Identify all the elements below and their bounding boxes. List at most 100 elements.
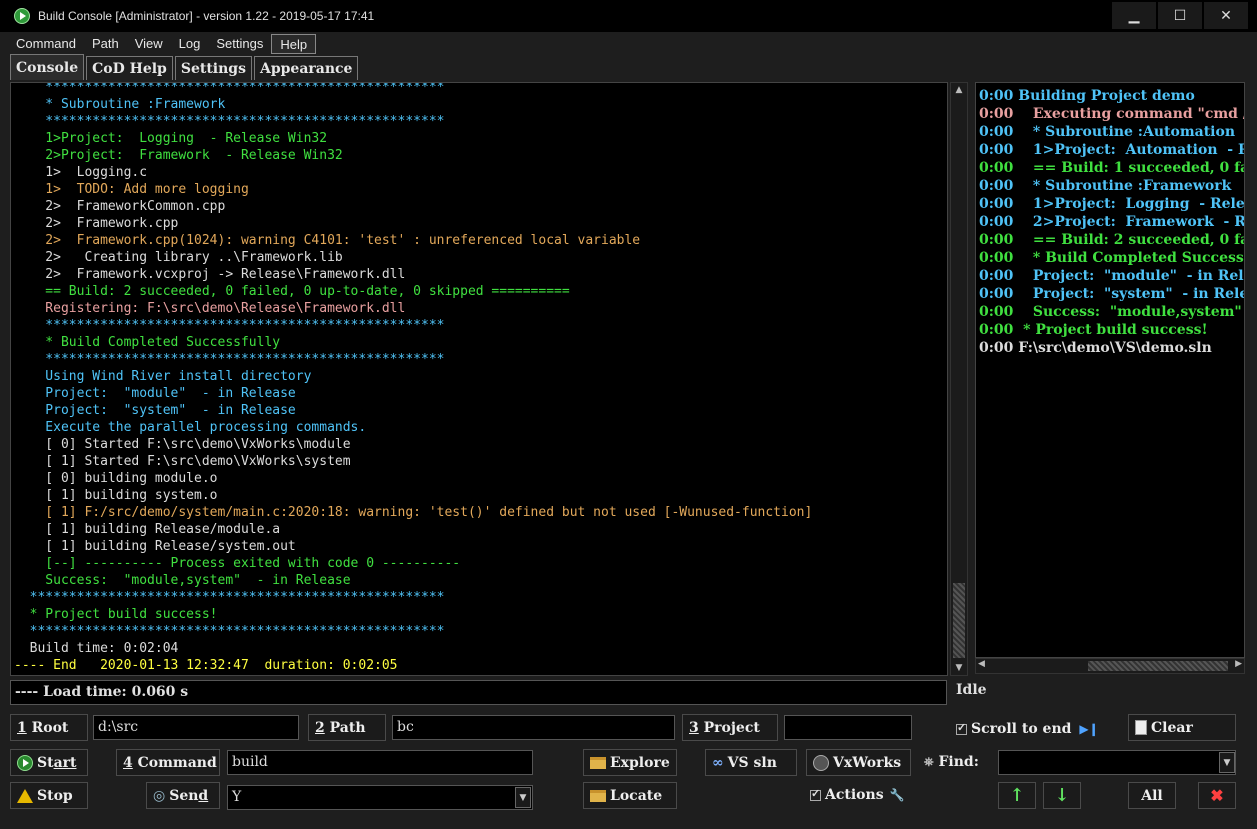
send-dropdown-icon[interactable]: ▼	[515, 787, 531, 808]
folder-icon	[590, 756, 606, 769]
load-time-status: ---- Load time: 0.060 s	[10, 680, 947, 705]
tab-cod-help[interactable]: CoD Help	[86, 56, 173, 80]
console-line: == Build: 2 succeeded, 0 failed, 0 up-to…	[14, 284, 570, 299]
scroll-left-arrow-icon[interactable]: ◀	[978, 659, 985, 669]
play-icon	[17, 754, 33, 771]
close-window-button[interactable]: ✕	[1204, 2, 1248, 29]
state-status: Idle	[956, 682, 987, 698]
actions-checkbox[interactable]: Actions 🔧	[810, 787, 905, 803]
path-input[interactable]: bc	[392, 715, 675, 740]
hscrollbar-thumb[interactable]	[1088, 661, 1228, 671]
warning-icon	[17, 788, 33, 803]
summary-line: 0:00 * Project build success!	[979, 322, 1208, 338]
console-line: 2> Framework.vcxproj -> Release\Framewor…	[14, 267, 406, 282]
find-dropdown-icon[interactable]: ▼	[1219, 752, 1235, 773]
find-input[interactable]	[998, 750, 1236, 775]
menu-log[interactable]: Log	[171, 34, 209, 54]
console-line: 2> Framework.cpp	[14, 216, 179, 231]
path-button[interactable]: 2 Path	[308, 714, 386, 741]
scroll-up-arrow-icon[interactable]: ▲	[951, 83, 967, 97]
scroll-down-arrow-icon[interactable]: ▼	[951, 661, 967, 675]
clear-find-button[interactable]: ✖	[1198, 782, 1236, 809]
menu-command[interactable]: Command	[8, 34, 84, 54]
actions-checkbox-checked-icon[interactable]	[810, 787, 821, 801]
console-line: [ 1] building Release/module.a	[14, 522, 281, 537]
summary-line: 0:00 Building Project demo	[979, 88, 1195, 104]
minimize-button[interactable]: ▁	[1112, 2, 1156, 29]
console-line: [ 1] building Release/system.out	[14, 539, 296, 554]
window-controls: ▁ ☐ ✕	[1112, 2, 1248, 29]
locate-button[interactable]: Locate	[583, 782, 677, 809]
console-line: [ 0] building module.o	[14, 471, 218, 486]
project-button[interactable]: 3 Project	[682, 714, 778, 741]
summary-line: 0:00 Success: "module,system" -	[979, 304, 1245, 320]
scroll-to-end-checkbox[interactable]: Scroll to end ▶❙	[956, 721, 1099, 737]
checkbox-checked-icon[interactable]	[956, 721, 967, 735]
console-line: [ 1] building system.o	[14, 488, 218, 503]
console-line: 2>Project: Framework - Release Win32	[14, 148, 343, 163]
project-input[interactable]	[784, 715, 912, 740]
console-line: [ 0] Started F:\src\demo\VxWorks\module	[14, 437, 351, 452]
summary-line: 0:00 * Subroutine :Automation	[979, 124, 1235, 140]
console-vertical-scrollbar[interactable]: ▲ ▼	[950, 82, 968, 676]
app-icon	[14, 8, 30, 24]
stop-button[interactable]: Stop	[10, 782, 88, 809]
menu-view[interactable]: View	[127, 34, 171, 54]
console-line: 1>Project: Logging - Release Win32	[14, 131, 328, 146]
previous-button[interactable]: ↑	[998, 782, 1036, 809]
console-line: Using Wind River install directory	[14, 369, 312, 384]
console-line: 2> Creating library ..\Framework.lib	[14, 250, 343, 265]
page-icon	[1135, 720, 1147, 735]
console-line: ---- End 2020-01-13 12:32:47 duration: 0…	[14, 658, 398, 673]
menu-path[interactable]: Path	[84, 34, 127, 54]
summary-line: 0:00 * Build Completed Successfu	[979, 250, 1245, 266]
console-output[interactable]: ****************************************…	[10, 82, 948, 676]
summary-line: 0:00 1>Project: Automation - Re	[979, 142, 1245, 158]
title-bar: Build Console [Administrator] - version …	[0, 0, 1257, 32]
menu-settings[interactable]: Settings	[208, 34, 271, 54]
explore-button[interactable]: Explore	[583, 749, 677, 776]
explore-label: Explore	[610, 754, 670, 771]
scrollbar-thumb[interactable]	[953, 583, 965, 658]
summary-line: 0:00 == Build: 2 succeeded, 0 fai	[979, 232, 1245, 248]
locate-folder-icon	[590, 789, 606, 802]
vxworks-button[interactable]: VxWorks	[806, 749, 911, 776]
summary-lines: 0:00 Building Project demo 0:00 Executing…	[976, 87, 1244, 357]
clear-button[interactable]: Clear	[1128, 714, 1236, 741]
visual-studio-icon: ∞	[712, 754, 724, 771]
console-line: [ 1] F:/src/demo/system/main.c:2020:18: …	[14, 505, 813, 520]
summary-horizontal-scrollbar[interactable]: ◀ ▶	[975, 658, 1245, 674]
find-label: ⛯ Find:	[924, 754, 979, 770]
tab-console[interactable]: Console	[10, 54, 85, 80]
maximize-button[interactable]: ☐	[1158, 2, 1202, 29]
summary-line: 0:00 == Build: 1 succeeded, 0 fai	[979, 160, 1245, 176]
tab-settings[interactable]: Settings	[174, 56, 252, 80]
locate-label: Locate	[610, 787, 663, 804]
menu-help[interactable]: Help	[271, 34, 317, 54]
console-line: Project: "module" - in Release	[14, 386, 296, 401]
summary-line: 0:00 F:\src\demo\VS\demo.sln	[979, 340, 1212, 356]
binoculars-icon: ⛯	[924, 755, 934, 769]
clear-label: Clear	[1151, 719, 1193, 736]
summary-panel[interactable]: 0:00 Building Project demo 0:00 Executing…	[975, 82, 1245, 658]
antenna-icon: ◎	[153, 787, 166, 804]
start-button[interactable]: Start	[10, 749, 88, 776]
vs-sln-label: VS sln	[727, 754, 777, 771]
send-button[interactable]: ◎ Send	[146, 782, 220, 809]
console-line: ****************************************…	[14, 114, 445, 129]
command-button[interactable]: 4 Command	[116, 749, 220, 776]
summary-line: 0:00 1>Project: Logging - Relea	[979, 196, 1245, 212]
next-button[interactable]: ↓	[1043, 782, 1081, 809]
vxworks-label: VxWorks	[833, 754, 902, 771]
vs-sln-button[interactable]: ∞ VS sln	[705, 749, 797, 776]
send-input[interactable]: Y	[227, 785, 533, 810]
command-input[interactable]: build	[227, 750, 533, 775]
root-path-input[interactable]: d:\src	[93, 715, 299, 740]
tab-appearance[interactable]: Appearance	[253, 56, 359, 80]
tab-bar: Console CoD Help Settings Appearance	[10, 54, 359, 80]
actions-label: Actions	[825, 787, 884, 803]
all-button[interactable]: All	[1128, 782, 1176, 809]
root-button[interactable]: 1 Root	[10, 714, 88, 741]
scroll-right-arrow-icon[interactable]: ▶	[1235, 659, 1242, 669]
summary-line: 0:00 Executing command "cmd /c	[979, 106, 1245, 122]
